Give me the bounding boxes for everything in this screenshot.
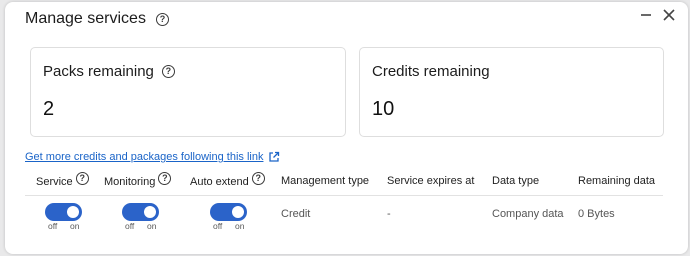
monitoring-toggle[interactable]: [122, 203, 159, 221]
column-header-data-type: Data type: [492, 175, 539, 187]
column-header-auto-extend-label: Auto extend: [190, 175, 249, 188]
column-header-remaining-data: Remaining data: [578, 175, 655, 187]
column-header-service: Service ?: [36, 172, 89, 188]
packs-remaining-label: Packs remaining: [43, 63, 154, 80]
help-icon[interactable]: ?: [251, 172, 265, 185]
column-header-data-type-label: Data type: [492, 175, 540, 187]
credits-remaining-value: 10: [372, 98, 395, 120]
management-type-value: Credit: [281, 208, 311, 220]
toggle-knob: [144, 206, 156, 218]
data-type-value: Company data: [492, 208, 564, 220]
column-header-service-expires: Service expires at: [387, 175, 474, 187]
packs-remaining-card: Packs remaining ? 2: [30, 47, 346, 137]
column-header-monitoring-label: Monitoring: [104, 175, 156, 188]
close-icon[interactable]: [661, 7, 677, 23]
service-expires-value: -: [387, 208, 391, 220]
column-header-remaining-data-label: Remaining data: [578, 175, 656, 187]
credits-remaining-label: Credits remaining: [372, 63, 490, 80]
dialog-title-text: Manage services: [25, 10, 146, 27]
get-more-credits-link-text[interactable]: Get more credits and packages following …: [25, 151, 263, 163]
column-header-management-type-label: Management type: [281, 175, 370, 187]
external-link-icon[interactable]: [268, 151, 280, 163]
service-toggle-on-label: on: [70, 221, 80, 231]
column-header-auto-extend: Auto extend ?: [190, 172, 265, 188]
credits-remaining-card: Credits remaining 10: [359, 47, 664, 137]
auto-extend-toggle-off-label: off: [213, 221, 223, 231]
credits-remaining-label-row: Credits remaining: [372, 63, 490, 80]
packs-remaining-label-row: Packs remaining ?: [43, 63, 175, 80]
auto-extend-toggle-on-label: on: [235, 221, 245, 231]
help-icon[interactable]: ?: [75, 172, 89, 185]
column-header-service-label: Service: [36, 175, 73, 188]
help-icon[interactable]: ?: [155, 12, 169, 26]
help-icon[interactable]: ?: [158, 172, 172, 185]
minimize-icon[interactable]: [638, 7, 654, 23]
monitoring-toggle-off-label: off: [125, 221, 135, 231]
table-header-divider: [25, 195, 663, 196]
help-icon[interactable]: ?: [161, 65, 175, 78]
get-more-credits-link[interactable]: Get more credits and packages following …: [25, 151, 280, 163]
dialog-title: Manage services ?: [25, 10, 169, 28]
packs-remaining-value: 2: [43, 98, 55, 120]
monitoring-toggle-on-label: on: [147, 221, 157, 231]
service-toggle-off-label: off: [48, 221, 58, 231]
service-toggle[interactable]: [45, 203, 82, 221]
column-header-service-expires-label: Service expires at: [387, 175, 475, 187]
column-header-monitoring: Monitoring ?: [104, 172, 172, 188]
toggle-knob: [67, 206, 79, 218]
column-header-management-type: Management type: [281, 175, 369, 187]
auto-extend-toggle[interactable]: [210, 203, 247, 221]
remaining-data-value: 0 Bytes: [578, 208, 615, 220]
toggle-knob: [232, 206, 244, 218]
